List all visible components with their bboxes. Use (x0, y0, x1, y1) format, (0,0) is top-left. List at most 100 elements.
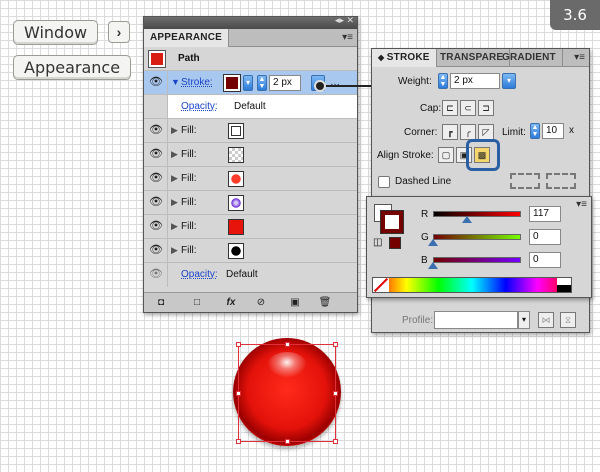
stroke-opacity-row[interactable]: Opacity: Default (144, 95, 357, 119)
tab-gradient[interactable]: GRADIENT (496, 49, 563, 67)
fill-swatch-transparent[interactable] (228, 147, 244, 163)
collapse-icon[interactable]: ◂▸ ✕ (335, 15, 354, 26)
stroke-color-box[interactable] (381, 211, 403, 233)
expand-triangle-icon[interactable]: ▶ (171, 173, 178, 184)
tab-stroke[interactable]: ◆ STROKE (372, 49, 437, 67)
bevel-join-icon[interactable]: ◸ (478, 124, 494, 140)
new-art-icon[interactable]: ◘ (152, 295, 170, 310)
fill-swatch-purple-radial[interactable] (228, 195, 244, 211)
fill-row[interactable]: 👁 ▶ Fill: (144, 119, 357, 143)
selection-handle[interactable] (333, 439, 338, 444)
red-value-field[interactable]: 117 (529, 206, 561, 222)
stroke-label[interactable]: Stroke: (181, 77, 213, 88)
visibility-eye-icon[interactable]: 👁 (148, 195, 164, 210)
profile-dropdown[interactable] (434, 311, 518, 329)
stroke-color-dropdown[interactable]: ▾ (243, 75, 253, 91)
fill-row[interactable]: 👁 ▶ Fill: (144, 239, 357, 263)
white-swatch[interactable] (557, 278, 571, 285)
blue-value-field[interactable]: 0 (529, 252, 561, 268)
visibility-eye-icon[interactable]: 👁 (148, 219, 164, 234)
selection-handle[interactable] (236, 342, 241, 347)
tab-appearance[interactable]: APPEARANCE (144, 29, 230, 47)
selection-handle[interactable] (285, 439, 290, 444)
flip-across-icon[interactable]: ⧖ (560, 312, 576, 328)
flip-along-icon[interactable]: ⋈ (538, 312, 554, 328)
butt-cap-icon[interactable]: ⊏ (442, 100, 458, 116)
clear-appearance-icon[interactable]: □ (188, 295, 206, 310)
red-slider-thumb[interactable] (462, 216, 472, 223)
round-join-icon[interactable]: ╭ (460, 124, 476, 140)
stroke-weight-field[interactable]: 2 px (269, 75, 301, 91)
color-panel-menu-icon[interactable]: ▾≡ (576, 199, 587, 210)
blue-label: B (421, 255, 428, 266)
projecting-cap-icon[interactable]: ⊐ (478, 100, 494, 116)
default-colors-icon[interactable]: ◫ (373, 237, 382, 248)
visibility-eye-icon[interactable]: 👁 (148, 243, 164, 258)
weight-dropdown[interactable]: ▾ (502, 73, 516, 89)
profile-dropdown-arrow[interactable]: ▾ (518, 311, 530, 329)
fill-row[interactable]: 👁 ▶ Fill: (144, 191, 357, 215)
fill-row[interactable]: 👁 ▶ Fill: (144, 167, 357, 191)
expand-triangle-icon[interactable]: ▶ (171, 125, 178, 136)
expand-triangle-icon[interactable]: ▶ (171, 221, 178, 232)
selection-handle[interactable] (236, 439, 241, 444)
corner-label: Corner: (404, 127, 438, 138)
green-slider[interactable] (433, 234, 521, 240)
color-spectrum[interactable] (372, 277, 572, 293)
green-slider-thumb[interactable] (428, 239, 438, 246)
none-swatch-icon[interactable] (373, 277, 389, 293)
fill-swatch-white[interactable] (228, 123, 244, 139)
black-swatch[interactable] (557, 285, 571, 292)
panel-menu-icon[interactable]: ▾≡ (342, 32, 353, 43)
appearance-menu-button[interactable]: Appearance (13, 55, 132, 80)
object-opacity-row[interactable]: 👁 Opacity: Default (144, 263, 357, 287)
visibility-eye-icon[interactable]: 👁 (148, 123, 164, 138)
blue-slider-thumb[interactable] (428, 262, 438, 269)
fx-icon[interactable]: fx (222, 295, 240, 310)
object-opacity-label[interactable]: Opacity: (181, 269, 218, 280)
dashed-line-checkbox[interactable] (378, 176, 390, 188)
window-menu-button[interactable]: Window (13, 20, 99, 45)
visibility-eye-icon[interactable]: 👁 (148, 171, 164, 186)
limit-field[interactable]: 10 (542, 123, 564, 139)
red-slider[interactable] (433, 211, 521, 217)
expand-triangle-icon[interactable]: ▶ (171, 197, 178, 208)
selection-handle[interactable] (236, 391, 241, 396)
round-cap-icon[interactable]: ⊂ (460, 100, 476, 116)
fill-row[interactable]: 👁 ▶ Fill: (144, 215, 357, 239)
fill-label: Fill: (181, 221, 197, 232)
miter-join-icon[interactable]: ┏ (442, 124, 458, 140)
blue-slider[interactable] (433, 257, 521, 263)
visibility-eye-icon[interactable]: 👁 (148, 75, 164, 90)
expand-triangle-icon[interactable]: ▶ (171, 149, 178, 160)
stroke-weight-spinner[interactable]: ▲ ▼ (257, 75, 267, 91)
fill-swatch-black-radial[interactable] (228, 243, 244, 259)
stroke-color-swatch[interactable] (223, 74, 241, 92)
align-outside-icon[interactable]: ▩ (474, 147, 490, 163)
dash-preserve-icon[interactable] (546, 173, 576, 189)
expand-triangle-icon[interactable]: ▶ (171, 245, 178, 256)
selection-handle[interactable] (333, 342, 338, 347)
visibility-eye-icon[interactable]: 👁 (148, 267, 164, 282)
color-panel: ▾≡ ◫ R 117 G 0 B 0 (366, 196, 592, 298)
stroke-opacity-label[interactable]: Opacity: (181, 101, 218, 112)
no-symbol-icon[interactable]: ⊘ (252, 295, 270, 310)
weight-spinner[interactable]: ▲ ▼ (438, 73, 448, 89)
selection-handle[interactable] (285, 342, 290, 347)
align-center-icon[interactable]: ▢ (438, 147, 454, 163)
fill-row[interactable]: 👁 ▶ Fill: (144, 143, 357, 167)
duplicate-icon[interactable]: ▣ (286, 295, 304, 310)
dash-align-corners-icon[interactable] (510, 173, 540, 189)
weight-field[interactable]: 2 px (450, 73, 500, 89)
panel-menu-icon[interactable]: ▾≡ (574, 52, 585, 63)
fill-swatch-red-radial[interactable] (228, 171, 244, 187)
selection-handle[interactable] (333, 391, 338, 396)
trash-icon[interactable]: 🗑 (316, 295, 334, 310)
limit-spinner[interactable]: ▲ ▼ (530, 123, 540, 139)
visibility-eye-icon[interactable]: 👁 (148, 147, 164, 162)
fill-swatch-red[interactable] (228, 219, 244, 235)
expand-triangle-icon[interactable]: ▼ (171, 77, 180, 87)
panel-titlebar[interactable]: ◂▸ ✕ (144, 15, 357, 29)
green-value-field[interactable]: 0 (529, 229, 561, 245)
selection-bounding-box[interactable] (236, 342, 338, 444)
